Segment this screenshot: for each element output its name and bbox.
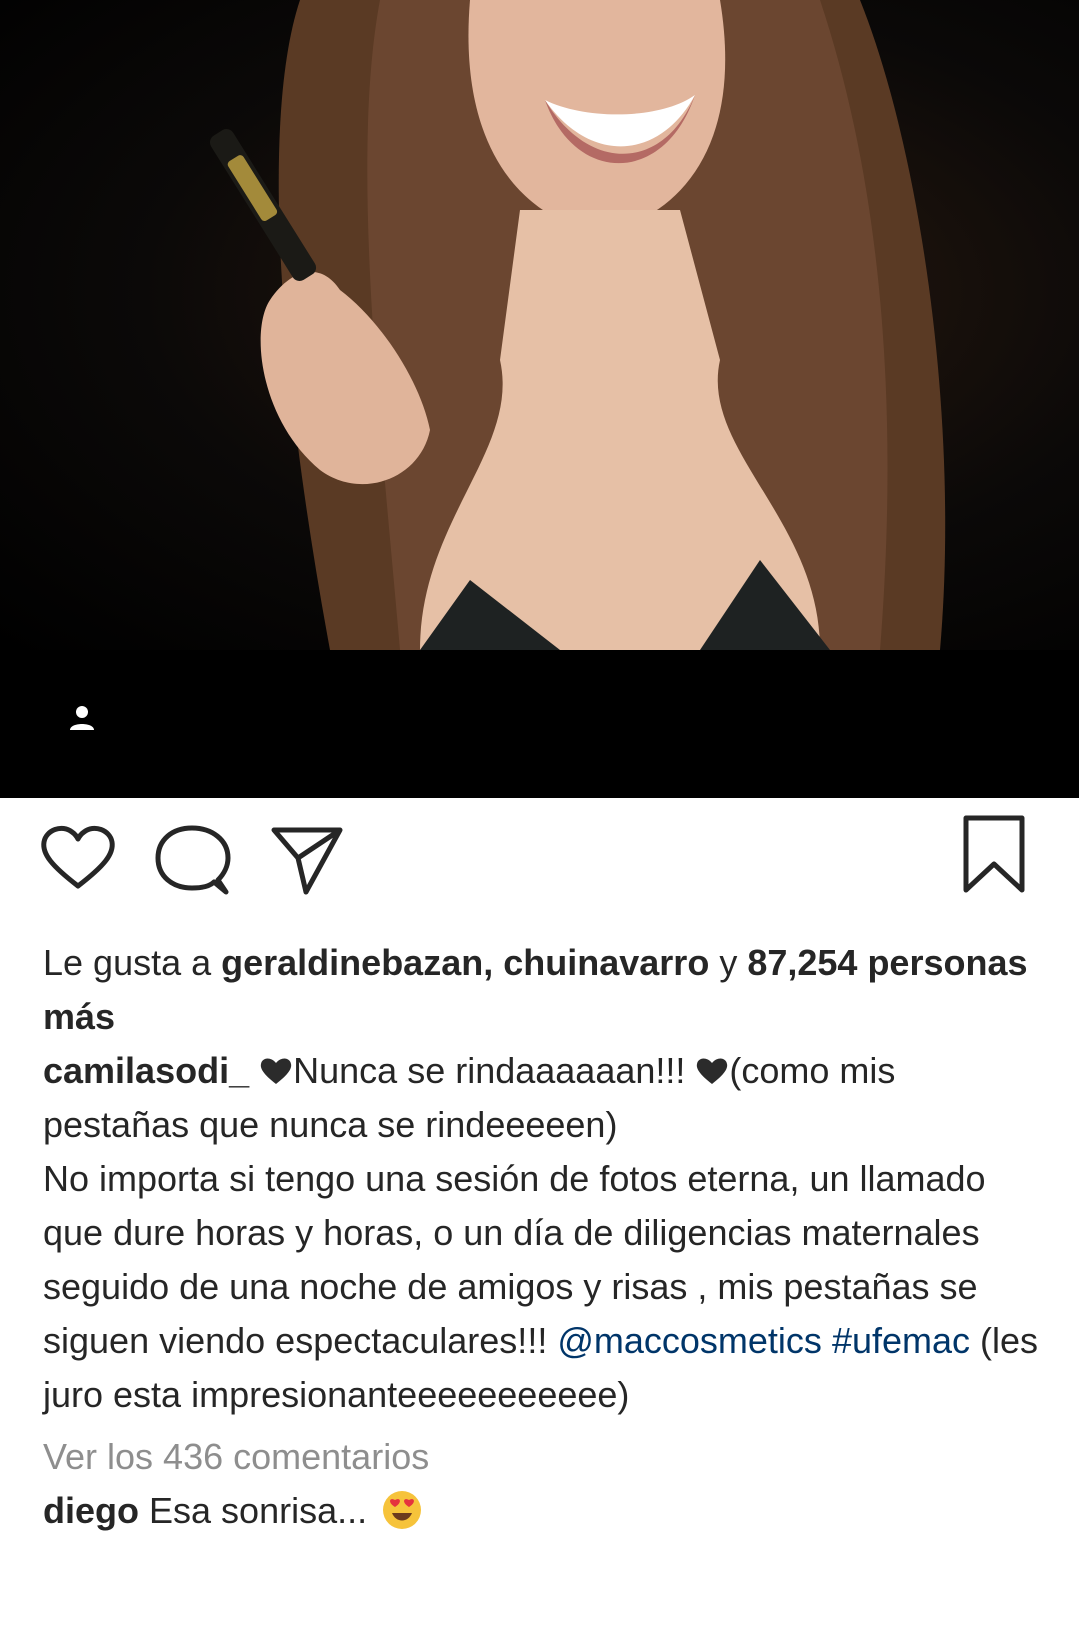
photo-illustration [209, 0, 946, 650]
heart-eyes-emoji-icon [383, 1491, 422, 1529]
liker-chuinavarro[interactable]: chuinavarro [503, 942, 709, 983]
likes-prefix: Le gusta a [43, 942, 222, 983]
comment-username[interactable]: diego [43, 1490, 139, 1531]
likes-and: y [709, 942, 748, 983]
comment-bubble-icon[interactable] [152, 820, 232, 900]
comment-text: Esa sonrisa... [149, 1490, 378, 1531]
heart-outline-icon[interactable] [38, 820, 118, 900]
comment-item: diego Esa sonrisa... [43, 1484, 1043, 1538]
mention-link[interactable]: @maccosmetics [557, 1320, 822, 1361]
black-heart-emoji-icon [260, 1058, 292, 1084]
black-heart-emoji-icon [697, 1058, 728, 1084]
post-text-block: Le gusta a geraldinebazan, chuinavarro y… [43, 936, 1043, 1538]
caption-line1: Nunca se rindaaaaaan!!! [293, 1050, 696, 1091]
paper-plane-icon[interactable] [268, 820, 348, 900]
view-comments-link[interactable]: Ver los 436 comentarios [43, 1430, 1043, 1484]
post-photo[interactable] [0, 0, 1079, 650]
person-tag-icon[interactable] [62, 700, 102, 740]
caption-username[interactable]: camilasodi_ [43, 1050, 249, 1091]
liker-geraldinebazan[interactable]: geraldinebazan [221, 942, 483, 983]
hashtag-link[interactable]: #ufemac [832, 1320, 970, 1361]
photo-bottom-band [0, 650, 1079, 798]
post-caption: camilasodi_ Nunca se rindaaaaaan!!! (com… [43, 1044, 1043, 1422]
post-action-bar [0, 815, 1079, 920]
bookmark-icon[interactable] [958, 812, 1030, 896]
likes-separator: , [483, 942, 504, 983]
likes-summary: Le gusta a geraldinebazan, chuinavarro y… [43, 936, 1043, 1044]
